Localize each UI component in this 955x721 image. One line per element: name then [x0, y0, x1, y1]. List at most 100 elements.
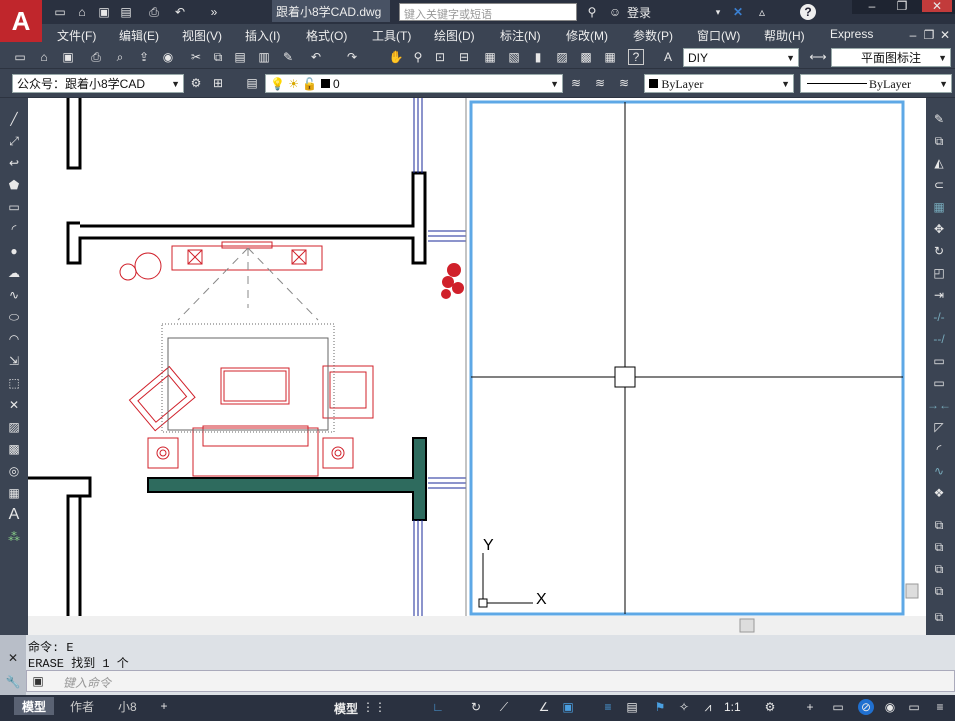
- text-to-front-icon[interactable]: ⧉: [930, 608, 948, 626]
- help-icon[interactable]: ?: [800, 4, 816, 20]
- draw-order-above-icon[interactable]: ⧉: [930, 560, 948, 578]
- make-block-icon[interactable]: ⬚: [5, 374, 23, 392]
- dim-style-select[interactable]: 平面图标注 ▼: [831, 48, 951, 67]
- lineweight-icon[interactable]: ≡: [600, 699, 616, 715]
- print-preview-icon[interactable]: ⌕: [112, 49, 128, 65]
- application-menu-button[interactable]: A: [0, 0, 42, 42]
- minimize-doc-icon[interactable]: –: [906, 28, 920, 42]
- minimize-window-icon[interactable]: –: [862, 0, 882, 12]
- exchange-icon[interactable]: ✕: [730, 4, 746, 20]
- horizontal-scrollbar[interactable]: [28, 616, 926, 635]
- insert-block-icon[interactable]: ⇲: [5, 352, 23, 370]
- multiline-text-icon[interactable]: A: [5, 506, 23, 524]
- binoculars-icon[interactable]: ⚲: [584, 4, 600, 20]
- layer-manager-icon[interactable]: ▤: [244, 75, 260, 91]
- markup-icon[interactable]: ▩: [578, 49, 594, 65]
- annotation-scale-value[interactable]: 1:1: [724, 700, 741, 714]
- qnew-icon[interactable]: ▭: [12, 49, 28, 65]
- publish-icon[interactable]: ⇪: [136, 49, 152, 65]
- pan-icon[interactable]: ✋: [388, 49, 404, 65]
- zoom-realtime-icon[interactable]: ⚲: [410, 49, 426, 65]
- close-doc-icon[interactable]: ✕: [938, 28, 952, 42]
- menu-parameter[interactable]: 参数(P): [633, 27, 673, 44]
- redo-toolbar-icon[interactable]: ↷: [344, 49, 360, 65]
- clean-screen-icon[interactable]: ▭: [906, 699, 922, 715]
- polygon-icon[interactable]: ⬟: [5, 176, 23, 194]
- rotate-icon[interactable]: ↻: [930, 242, 948, 260]
- draw-order-under-icon[interactable]: ⧉: [930, 582, 948, 600]
- save-icon[interactable]: ▣: [96, 4, 112, 20]
- layer-states-icon[interactable]: ⊞: [210, 75, 226, 91]
- help-toolbar-icon[interactable]: ?: [628, 49, 644, 65]
- object-snap-tracking-icon[interactable]: ∠: [536, 699, 552, 715]
- trim-icon[interactable]: -/-: [930, 308, 948, 326]
- text-style-icon[interactable]: A: [660, 49, 676, 65]
- object-snap-icon[interactable]: ▣: [560, 699, 576, 715]
- calculator-icon[interactable]: ▦: [602, 49, 618, 65]
- zoom-previous-icon[interactable]: ⊟: [456, 49, 472, 65]
- menu-insert[interactable]: 插入(I): [245, 27, 280, 44]
- chamfer-icon[interactable]: ◸: [930, 418, 948, 436]
- cut-icon[interactable]: ✂: [188, 49, 204, 65]
- menu-file[interactable]: 文件(F): [57, 27, 96, 44]
- blend-curves-icon[interactable]: ∿: [930, 462, 948, 480]
- point-icon[interactable]: ✕: [5, 396, 23, 414]
- hardware-acceleration-icon[interactable]: ◉: [882, 699, 898, 715]
- search-input[interactable]: 键入关键字或短语: [399, 3, 577, 21]
- layer-previous-icon[interactable]: ≋: [592, 75, 608, 91]
- color-select[interactable]: ByLayer ▼: [644, 74, 794, 93]
- revision-cloud-icon[interactable]: ☁: [5, 264, 23, 282]
- auto-scale-icon[interactable]: ✧: [676, 699, 692, 715]
- isodraft-icon[interactable]: ⟋: [496, 699, 512, 715]
- scale-icon[interactable]: ◰: [930, 264, 948, 282]
- zoom-window-icon[interactable]: ⊡: [432, 49, 448, 65]
- menu-modify[interactable]: 修改(M): [566, 27, 608, 44]
- file-tab[interactable]: 跟着小8学CAD.dwg: [272, 0, 390, 22]
- menu-window[interactable]: 窗口(W): [697, 27, 740, 44]
- polar-tracking-icon[interactable]: ↻: [468, 699, 484, 715]
- sheet-set-icon[interactable]: ▨: [554, 49, 570, 65]
- save-file-icon[interactable]: ▣: [60, 49, 76, 65]
- spline-icon[interactable]: ∿: [5, 286, 23, 304]
- mirror-icon[interactable]: ◭: [930, 154, 948, 172]
- paste-icon[interactable]: ▤: [232, 49, 248, 65]
- dim-style-icon[interactable]: ⟷: [809, 49, 826, 65]
- layer-select[interactable]: 💡 ☀ 🔓 0 ▼: [265, 74, 563, 93]
- command-input[interactable]: [26, 670, 955, 692]
- tool-palettes-icon[interactable]: ▮: [530, 49, 546, 65]
- array-icon[interactable]: ▦: [930, 198, 948, 216]
- annotation-scale-icon[interactable]: ⩘: [700, 699, 716, 715]
- extend-icon[interactable]: --/: [930, 330, 948, 348]
- drawing-canvas[interactable]: Y X: [28, 98, 926, 635]
- tab-model[interactable]: 模型: [14, 697, 55, 715]
- menu-dimension[interactable]: 标注(N): [500, 27, 541, 44]
- print-icon[interactable]: ⎙: [88, 49, 104, 65]
- arc-icon[interactable]: ◜: [5, 220, 23, 238]
- join-icon[interactable]: →←: [927, 396, 951, 414]
- erase-icon[interactable]: ✎: [930, 110, 948, 128]
- match-properties-icon[interactable]: ✎: [280, 49, 296, 65]
- menu-edit[interactable]: 编辑(E): [119, 27, 159, 44]
- wrench-icon[interactable]: 🔧: [5, 674, 21, 690]
- ellipse-arc-icon[interactable]: ◠: [5, 330, 23, 348]
- rectangle-icon[interactable]: ▭: [5, 198, 23, 216]
- save-as-icon[interactable]: ▤: [118, 4, 134, 20]
- transparency-icon[interactable]: ▤: [624, 699, 640, 715]
- close-command-icon[interactable]: ✕: [5, 650, 21, 666]
- model-space-toggle[interactable]: 模型: [334, 700, 358, 717]
- new-icon[interactable]: ▭: [52, 4, 68, 20]
- linetype-select[interactable]: ByLayer ▼: [800, 74, 952, 93]
- fillet-icon[interactable]: ◜: [930, 440, 948, 458]
- paste-block-icon[interactable]: ▥: [256, 49, 272, 65]
- plot-icon[interactable]: ⎙: [146, 4, 162, 20]
- horizontal-scroll-thumb[interactable]: [739, 618, 755, 633]
- undo-toolbar-icon[interactable]: ↶: [308, 49, 324, 65]
- grid-icon[interactable]: ⋮⋮: [362, 699, 386, 715]
- layer-walk-icon[interactable]: ≋: [616, 75, 632, 91]
- explode-icon[interactable]: ❖: [930, 484, 948, 502]
- units-icon[interactable]: ▭: [830, 699, 846, 715]
- redo-more-icon[interactable]: »: [206, 4, 222, 20]
- menu-view[interactable]: 视图(V): [182, 27, 222, 44]
- open-icon[interactable]: ⌂: [74, 4, 90, 20]
- tab-layout-xiao8[interactable]: 小8: [110, 697, 145, 715]
